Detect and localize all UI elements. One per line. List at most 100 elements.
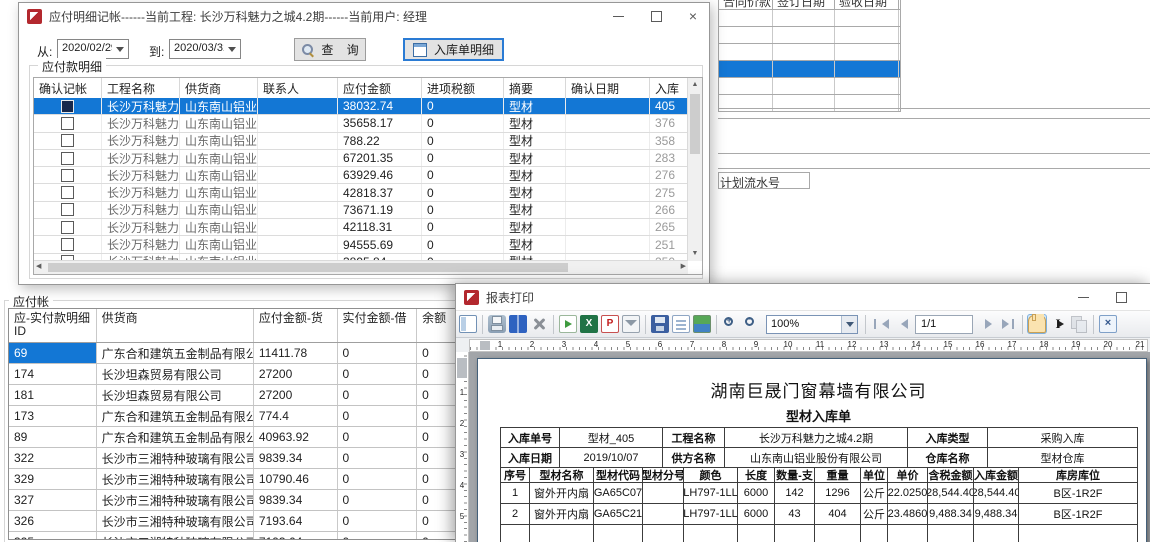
cell[interactable]: 89 bbox=[9, 427, 97, 447]
table-row[interactable]: 89广东合和建筑五金制品有限公司40963.9200 bbox=[9, 427, 459, 448]
scroll-right-icon[interactable]: ▶ bbox=[681, 261, 686, 273]
confirm-checkbox[interactable] bbox=[61, 186, 74, 199]
column-header[interactable]: 确认日期 bbox=[566, 78, 650, 98]
table-row[interactable]: 长沙万科魅力...山东南山铝业...73671.190型材266 bbox=[34, 202, 688, 219]
close-preview-icon[interactable] bbox=[1099, 315, 1117, 333]
page-number-input[interactable]: 1/1 bbox=[915, 315, 973, 334]
cell[interactable]: 69 bbox=[9, 343, 97, 363]
chevron-down-icon[interactable] bbox=[112, 40, 128, 58]
scroll-down-icon[interactable]: ▼ bbox=[688, 248, 702, 260]
column-header[interactable]: 实付金额-借 bbox=[338, 309, 418, 342]
save-icon[interactable] bbox=[651, 315, 669, 333]
report-tree-icon[interactable] bbox=[459, 315, 477, 333]
column-header[interactable]: 供货商 bbox=[97, 309, 254, 342]
column-header[interactable]: 进项税额 bbox=[422, 78, 504, 98]
column-header[interactable]: 余额 bbox=[417, 309, 459, 342]
inbound-detail-button[interactable]: 入库单明细 bbox=[403, 38, 504, 61]
column-header[interactable]: 应-实付款明细ID bbox=[9, 309, 97, 342]
column-header[interactable]: 应付金额-货 bbox=[254, 309, 338, 342]
close-icon[interactable]: × bbox=[689, 9, 697, 23]
table-row[interactable]: 长沙万科魅力...山东南山铝业...67201.350型材283 bbox=[34, 150, 688, 167]
maximize-icon[interactable] bbox=[651, 11, 662, 22]
column-header[interactable]: 供货商 bbox=[180, 78, 258, 98]
confirm-checkbox[interactable] bbox=[61, 134, 74, 147]
table-row[interactable]: 69广东合和建筑五金制品有限公司11411.7800 bbox=[9, 343, 459, 364]
vertical-scrollbar[interactable]: ▲ ▼ bbox=[687, 78, 702, 261]
table-row[interactable]: 长沙万科魅力...山东南山铝业...42818.370型材275 bbox=[34, 184, 688, 201]
query-button[interactable]: 查 询 bbox=[294, 38, 366, 61]
table-row[interactable] bbox=[719, 78, 900, 95]
data-grid-icon[interactable] bbox=[693, 315, 711, 333]
confirm-checkbox[interactable] bbox=[61, 169, 74, 182]
confirm-checkbox[interactable] bbox=[61, 100, 74, 113]
table-row[interactable]: 173广东合和建筑五金制品有限公司774.400 bbox=[9, 406, 459, 427]
copy-icon[interactable] bbox=[1070, 315, 1088, 333]
scroll-left-icon[interactable]: ◀ bbox=[36, 261, 41, 273]
scrollbar-thumb[interactable] bbox=[690, 94, 700, 154]
cell[interactable]: 325 bbox=[9, 532, 97, 540]
excel-export-icon[interactable] bbox=[580, 315, 598, 333]
cell[interactable]: 327 bbox=[9, 490, 97, 510]
table-row[interactable]: 长沙万科魅力...山东南山铝业...38032.740型材405 bbox=[34, 98, 688, 115]
table-row[interactable] bbox=[719, 44, 900, 61]
column-header[interactable]: 联系人 bbox=[258, 78, 338, 98]
prev-page-icon[interactable] bbox=[892, 315, 910, 333]
table-row[interactable] bbox=[719, 61, 900, 78]
hand-icon[interactable] bbox=[1028, 315, 1046, 333]
selected-tool[interactable] bbox=[1028, 315, 1046, 333]
table-row[interactable]: 329长沙市三湘特种玻璃有限公司10790.4600 bbox=[9, 469, 459, 490]
page-setup-icon[interactable] bbox=[530, 315, 548, 333]
book-icon[interactable] bbox=[509, 315, 527, 333]
column-header[interactable]: 确认记帐 bbox=[34, 78, 102, 98]
table-row[interactable]: 长沙万科魅力...山东南山铝业...788.220型材358 bbox=[34, 133, 688, 150]
zoom-combo[interactable]: 100% bbox=[766, 315, 858, 334]
zoom-in-icon[interactable] bbox=[722, 315, 740, 333]
table-row[interactable]: 长沙万科魅力...山东南山铝业...94555.690型材251 bbox=[34, 236, 688, 253]
text-select-icon[interactable] bbox=[1049, 315, 1067, 333]
table-row[interactable]: 322长沙市三湘特种玻璃有限公司9839.3400 bbox=[9, 448, 459, 469]
confirm-checkbox[interactable] bbox=[61, 117, 74, 130]
cell[interactable]: 329 bbox=[9, 469, 97, 489]
titlebar[interactable]: 应付明细记帐------当前工程: 长沙万科魅力之城4.2期------当前用户… bbox=[19, 3, 709, 29]
table-row[interactable]: 长沙万科魅力...山东南山铝业...63929.460型材276 bbox=[34, 167, 688, 184]
next-page-icon[interactable] bbox=[978, 315, 996, 333]
cell[interactable]: 322 bbox=[9, 448, 97, 468]
table-row[interactable]: 327长沙市三湘特种玻璃有限公司9839.3400 bbox=[9, 490, 459, 511]
confirm-checkbox[interactable] bbox=[61, 221, 74, 234]
table-row[interactable]: 325长沙市三湘特种玻璃有限公司7193.6400 bbox=[9, 532, 459, 540]
chevron-down-icon[interactable] bbox=[841, 316, 857, 333]
scroll-up-icon[interactable]: ▲ bbox=[688, 79, 702, 91]
open-icon[interactable] bbox=[672, 315, 690, 333]
chevron-down-icon[interactable] bbox=[224, 40, 240, 58]
to-date-combo[interactable]: 2020/03/31 bbox=[169, 39, 241, 59]
pdf-export-icon[interactable] bbox=[601, 315, 619, 333]
print-icon[interactable] bbox=[488, 315, 506, 333]
column-header[interactable]: 应付金额 bbox=[338, 78, 422, 98]
table-row[interactable]: 长沙万科魅力...山东南山铝业...35658.170型材376 bbox=[34, 115, 688, 132]
cell[interactable]: 326 bbox=[9, 511, 97, 531]
first-page-icon[interactable] bbox=[871, 315, 889, 333]
column-header[interactable]: 工程名称 bbox=[102, 78, 180, 98]
cell[interactable]: 173 bbox=[9, 406, 97, 426]
maximize-icon[interactable] bbox=[1116, 292, 1127, 303]
column-header[interactable]: 入库 bbox=[650, 78, 688, 98]
zoom-out-icon[interactable] bbox=[743, 315, 761, 333]
table-row[interactable]: 326长沙市三湘特种玻璃有限公司7193.6400 bbox=[9, 511, 459, 532]
confirm-checkbox[interactable] bbox=[61, 152, 74, 165]
table-row[interactable] bbox=[719, 27, 900, 44]
cell[interactable]: 174 bbox=[9, 364, 97, 384]
export-icon[interactable] bbox=[559, 315, 577, 333]
table-row[interactable]: 长沙万科魅力...山东南山铝业...42118.310型材265 bbox=[34, 219, 688, 236]
minimize-icon[interactable] bbox=[1078, 297, 1089, 298]
table-row[interactable]: 174长沙坦森贸易有限公司2720000 bbox=[9, 364, 459, 385]
minimize-icon[interactable] bbox=[613, 16, 624, 17]
table-row[interactable]: 181长沙坦森贸易有限公司2720000 bbox=[9, 385, 459, 406]
from-date-combo[interactable]: 2020/02/29 bbox=[57, 39, 129, 59]
column-header[interactable]: 摘要 bbox=[504, 78, 566, 98]
confirm-checkbox[interactable] bbox=[61, 203, 74, 216]
last-page-icon[interactable] bbox=[999, 315, 1017, 333]
confirm-checkbox[interactable] bbox=[61, 238, 74, 251]
scrollbar-thumb[interactable] bbox=[48, 263, 568, 272]
horizontal-scrollbar[interactable]: ◀ ▶ bbox=[34, 260, 688, 274]
mail-icon[interactable] bbox=[622, 315, 640, 333]
